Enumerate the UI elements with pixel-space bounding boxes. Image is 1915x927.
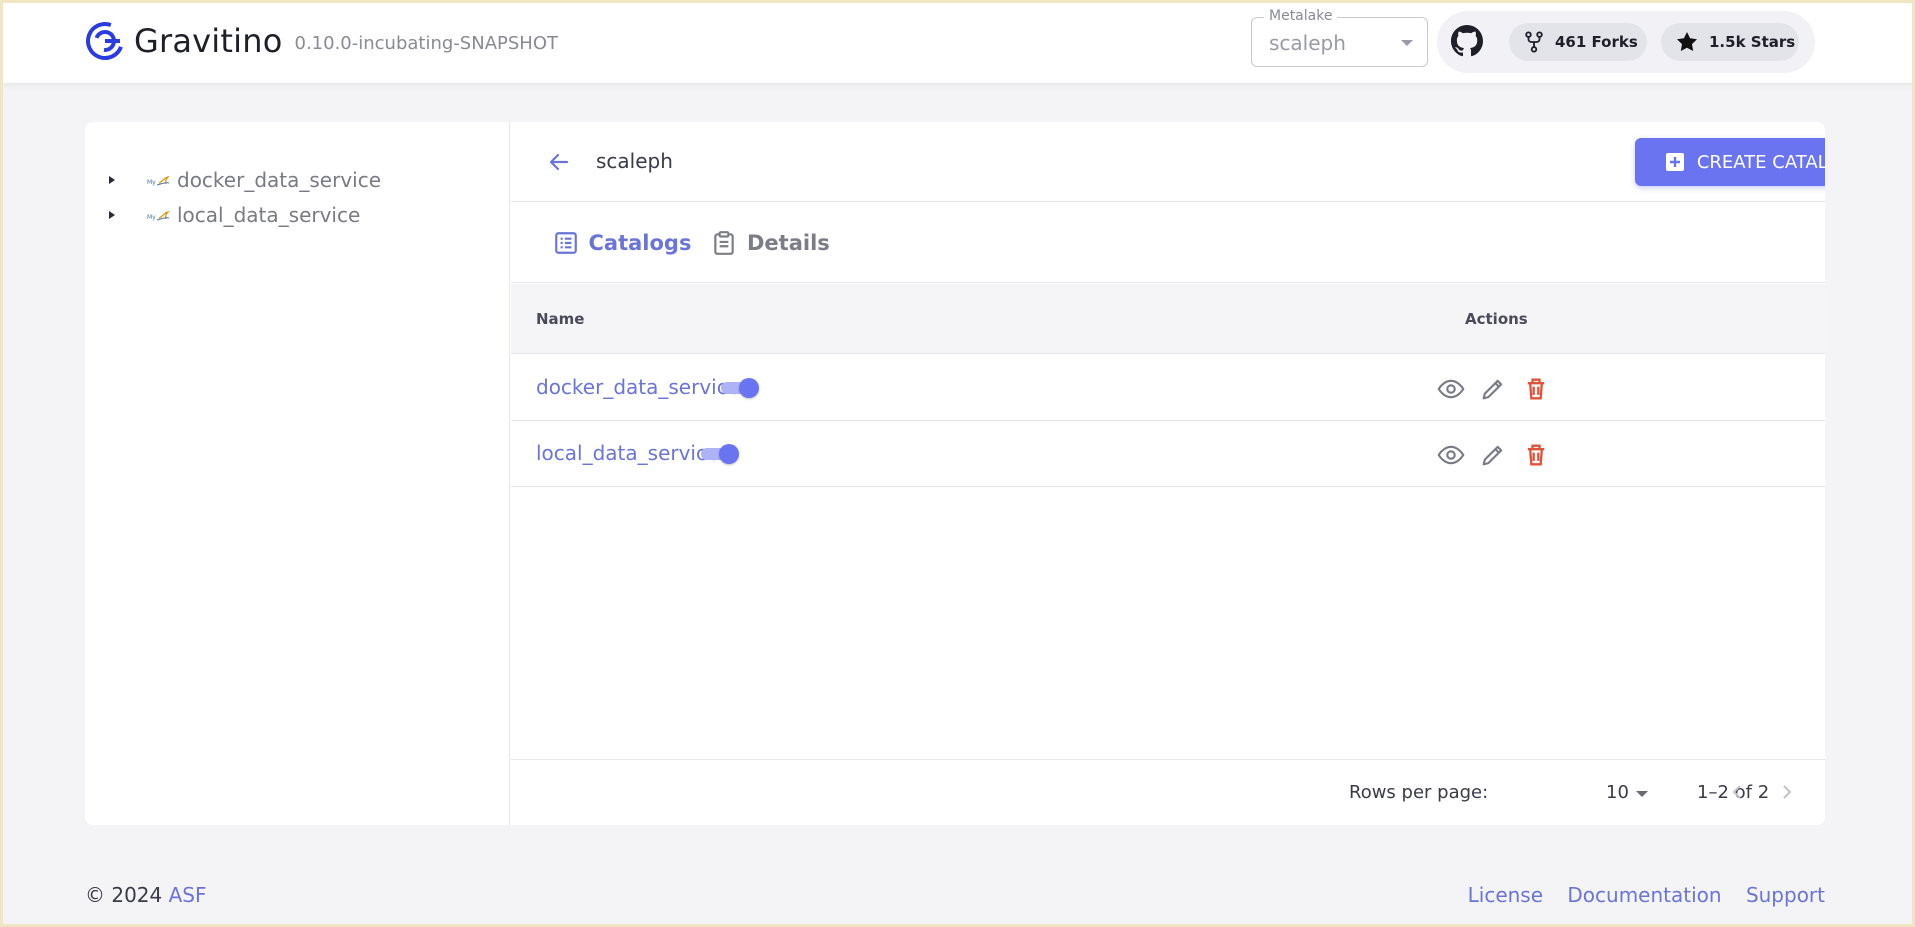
- tab-details[interactable]: Details: [711, 203, 851, 283]
- tab-catalogs[interactable]: Catalogs: [541, 203, 703, 283]
- edit-pencil-icon[interactable]: [1479, 441, 1507, 469]
- tree-item-label: docker_data_service: [177, 168, 382, 192]
- tab-bar: Catalogs Details: [511, 203, 1825, 283]
- tree-item-label: local_data_service: [177, 203, 361, 227]
- catalog-tree: My docker_data_service My local_data_ser…: [85, 122, 510, 825]
- caret-right-icon[interactable]: [109, 211, 115, 219]
- view-eye-icon[interactable]: [1437, 441, 1465, 469]
- copyright-text: © 2024: [85, 883, 163, 907]
- list-box-icon: [554, 232, 577, 254]
- metalake-select-value: scaleph: [1269, 31, 1346, 55]
- plus-box-icon: [1665, 153, 1684, 171]
- caret-right-icon[interactable]: [109, 176, 115, 184]
- rows-per-page-select[interactable]: 10: [1606, 782, 1629, 803]
- metalake-select-label: Metalake: [1264, 8, 1338, 24]
- view-eye-icon[interactable]: [1437, 375, 1465, 403]
- clipboard-icon: [714, 231, 734, 255]
- toggle-knob: [739, 378, 759, 398]
- table-row: local_data_service: [511, 421, 1825, 487]
- gravitino-logo-icon: [86, 22, 124, 60]
- svg-text:My: My: [147, 179, 156, 186]
- forks-count: 461 Forks: [1555, 33, 1638, 51]
- main-card: My docker_data_service My local_data_ser…: [85, 122, 1825, 825]
- table-row: docker_data_service: [511, 355, 1825, 421]
- app-name: Gravitino: [134, 22, 283, 60]
- forks-button[interactable]: 461 Forks: [1509, 23, 1647, 61]
- catalog-name-link[interactable]: docker_data_service: [536, 375, 740, 399]
- toggle-knob: [719, 444, 739, 464]
- panel-header: scaleph CREATE CATALOG: [511, 122, 1825, 202]
- mysql-db-icon: My: [147, 210, 170, 221]
- edit-pencil-icon[interactable]: [1479, 375, 1507, 403]
- chevron-left-icon[interactable]: [1725, 780, 1749, 804]
- chevron-right-icon[interactable]: [1775, 780, 1799, 804]
- chevron-down-icon[interactable]: [1636, 791, 1648, 797]
- github-links: 461 Forks 1.5k Stars: [1437, 11, 1815, 73]
- star-icon: [1677, 32, 1697, 52]
- metalake-select[interactable]: Metalake scaleph: [1251, 8, 1428, 67]
- catalog-enable-toggle[interactable]: [701, 444, 739, 464]
- fork-icon: [1525, 31, 1543, 53]
- table-pagination: Rows per page: 10 1–2 of 2: [511, 759, 1825, 825]
- create-catalog-label: CREATE CATALOG: [1696, 151, 1825, 173]
- column-header-actions: Actions: [1465, 310, 1528, 328]
- rows-per-page-label: Rows per page:: [1349, 782, 1489, 803]
- license-link[interactable]: License: [1468, 883, 1543, 907]
- documentation-link[interactable]: Documentation: [1567, 883, 1721, 907]
- tree-item[interactable]: My docker_data_service: [105, 165, 381, 195]
- delete-trash-icon[interactable]: [1522, 441, 1550, 469]
- tree-item[interactable]: My local_data_service: [105, 200, 360, 230]
- github-icon[interactable]: [1451, 25, 1483, 57]
- arrow-back-icon[interactable]: [547, 150, 571, 174]
- footer-links: License Documentation Support: [1450, 883, 1825, 907]
- delete-trash-icon[interactable]: [1522, 375, 1550, 403]
- table-header: Name Actions: [511, 284, 1825, 354]
- metalake-panel: scaleph CREATE CATALOG Catalogs: [511, 122, 1825, 825]
- support-link[interactable]: Support: [1746, 883, 1825, 907]
- stars-count: 1.5k Stars: [1709, 33, 1796, 51]
- tab-details-label: Details: [747, 231, 830, 255]
- mysql-db-icon: My: [147, 175, 170, 186]
- top-app-bar: Gravitino 0.10.0-incubating-SNAPSHOT Met…: [0, 0, 1915, 83]
- create-catalog-button[interactable]: CREATE CATALOG: [1635, 138, 1825, 186]
- catalog-enable-toggle[interactable]: [721, 378, 759, 398]
- app-version: 0.10.0-incubating-SNAPSHOT: [294, 32, 559, 54]
- stars-button[interactable]: 1.5k Stars: [1661, 23, 1799, 61]
- catalog-name-link[interactable]: local_data_service: [536, 441, 719, 465]
- svg-text:My: My: [147, 214, 156, 221]
- asf-link[interactable]: ASF: [169, 883, 207, 907]
- tab-catalogs-label: Catalogs: [588, 231, 692, 255]
- chevron-down-icon: [1401, 40, 1413, 46]
- column-header-name[interactable]: Name: [536, 310, 584, 328]
- brand[interactable]: Gravitino 0.10.0-incubating-SNAPSHOT: [84, 20, 558, 62]
- breadcrumb[interactable]: scaleph: [596, 149, 673, 173]
- copyright: © 2024 ASF: [85, 883, 207, 907]
